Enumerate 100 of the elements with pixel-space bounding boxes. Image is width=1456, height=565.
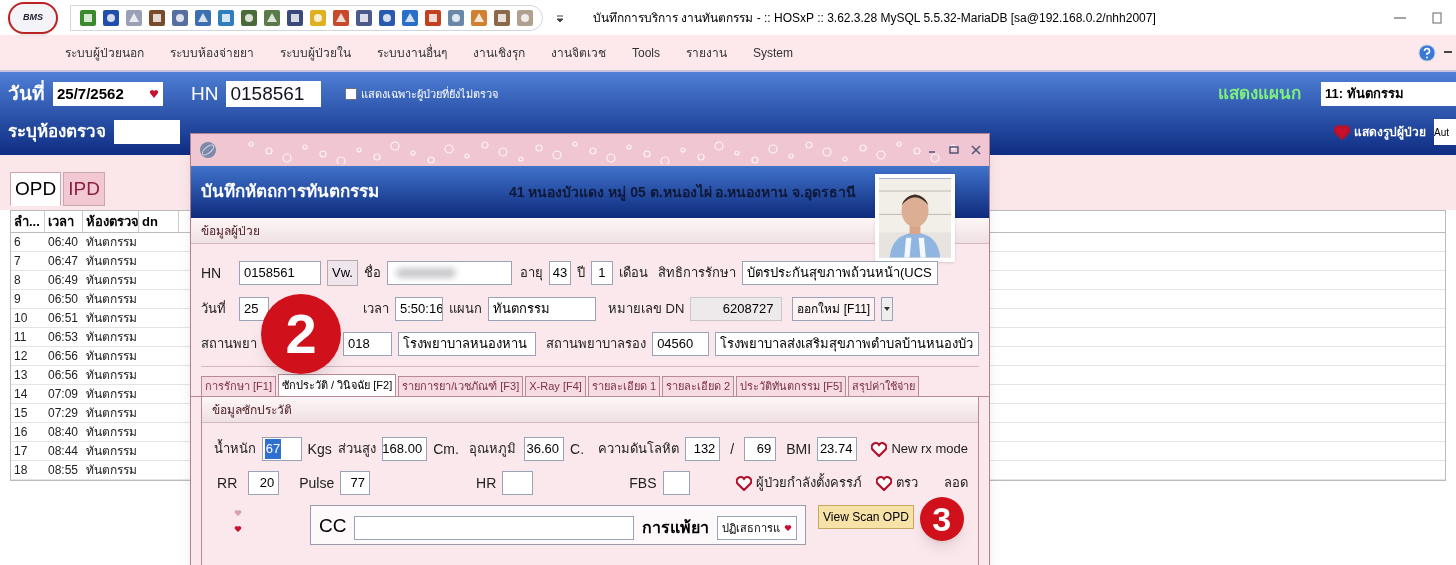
dialog-tab[interactable]: การรักษา [F1] (201, 376, 276, 396)
toolbar-tool-icon (309, 8, 327, 27)
input-field[interactable]: โรงพยาบาลส่งเสริมสุขภาพตำบลบ้านหนองบัว (715, 332, 979, 356)
field-label: แผนก (449, 300, 482, 319)
column-header[interactable]: เวลา (45, 211, 83, 232)
view-scan-button[interactable]: View Scan OPD (818, 505, 914, 529)
menu-item[interactable]: ระบบผู้ป่วยใน (280, 43, 351, 62)
input-field[interactable]: 20 (248, 471, 280, 495)
table-cell-text: ทันตกรรม (85, 424, 138, 441)
allergy-dropdown[interactable]: ปฏิเสธการแ (717, 516, 797, 540)
menu-item[interactable]: รายงาน (686, 43, 727, 62)
table-cell-text: ทันตกรรม (85, 443, 138, 460)
field-label: น้ำหนัก (212, 439, 256, 459)
toolbar-tool-icon (493, 8, 511, 27)
photo-mode-field[interactable]: Aut (1434, 119, 1456, 145)
table-cell-text: 14 (13, 386, 29, 403)
input-field[interactable]: บัตรประกันสุขภาพถ้วนหน้า(UCS (741, 261, 938, 285)
toolbar-tool-icon (125, 8, 143, 27)
table-cell-text: ทันตกรรม (85, 367, 138, 384)
menu-item[interactable]: งานจิตเวช (551, 43, 606, 62)
input-field[interactable]: ทันตกรรม (488, 297, 596, 321)
table-cell-text: 06:56 (47, 367, 80, 384)
table-cell-text: 17 (13, 443, 29, 460)
minimize-icon (1394, 16, 1406, 19)
field-label: C. (570, 439, 585, 459)
input-field[interactable] (662, 471, 690, 495)
heart-checkbox[interactable]: ตรว ลอด (876, 473, 968, 493)
hn-field[interactable]: 0158561 (226, 81, 322, 107)
close-icon (971, 145, 981, 155)
toolbar-tool-icon (332, 8, 350, 27)
list-tab[interactable]: IPD (63, 172, 105, 206)
menu-item[interactable]: ระบบงานอื่นๆ (377, 43, 447, 62)
dialog-tab[interactable]: รายการยา/เวชภัณฑ์ [F3] (398, 376, 524, 396)
checkbox[interactable] (345, 88, 358, 100)
input-field[interactable]: 018 (343, 332, 393, 356)
department-field[interactable]: 11: ทันตกรรม (1321, 82, 1456, 106)
field-label: / (729, 439, 736, 459)
toolbar-tool-icon (286, 8, 304, 27)
menu-item[interactable]: งานเชิงรุก (473, 43, 525, 62)
input-field[interactable]: 0158561 (239, 261, 321, 285)
input-field[interactable]: 1 (590, 261, 613, 285)
table-cell-text: 08:40 (47, 424, 80, 441)
dialog-tab[interactable]: สรุปค่าใช้จ่าย (848, 376, 920, 396)
column-header[interactable]: dn (139, 211, 179, 232)
menu-item[interactable]: ระบบห้องจ่ายยา (170, 43, 254, 62)
field-label: สถานพยาบาลรอง (546, 335, 647, 354)
list-tab[interactable]: OPD (10, 172, 62, 206)
input-field[interactable]: 168.00 (381, 437, 428, 461)
table-cell-text: 15 (13, 405, 29, 422)
table-cell-text: 06:53 (47, 329, 80, 346)
input-field[interactable]: 43 (548, 261, 571, 285)
cc-field[interactable] (354, 516, 634, 540)
menu-item[interactable]: Tools (632, 43, 660, 62)
dialog-tab[interactable]: X-Ray [F4] (525, 376, 586, 396)
heart-checkbox[interactable]: ผู้ป่วยกำลังตั้งครรภ์ (736, 473, 862, 493)
input-field[interactable]: 5:50:16 (395, 297, 443, 321)
input-field[interactable]: 25 (239, 297, 269, 321)
field-label: ส่วนสูง (337, 440, 376, 459)
toolbar-tool-icon (355, 8, 373, 27)
name-field[interactable] (386, 261, 512, 285)
toolbar-tool-icon (171, 8, 189, 27)
field-label: RR (216, 473, 239, 493)
field-label: HR (476, 473, 497, 493)
field-label: HN (201, 263, 223, 283)
input-field[interactable]: 36.60 (523, 437, 565, 461)
field-label: อายุ (519, 264, 543, 283)
input-field[interactable]: โรงพยาบาลหนองหาน (398, 332, 537, 356)
view-button[interactable]: Vw. (327, 260, 358, 286)
input-field[interactable] (502, 471, 534, 495)
column-header[interactable]: ห้องตรวจ (83, 211, 139, 232)
dialog-tab[interactable]: รายละเอียด 2 (662, 376, 735, 396)
menu-item[interactable]: System (753, 43, 794, 62)
dialog-tab[interactable]: ซักประวัติ / วินิจฉัย [F2] (278, 374, 397, 396)
table-cell-text: 8 (13, 272, 22, 289)
input-field[interactable]: 04560 (652, 332, 710, 356)
field-label: FBS (629, 473, 657, 493)
toolbar-tool-icon (148, 8, 166, 27)
input-field[interactable]: 69 (744, 437, 777, 461)
new-dn-button[interactable]: ออกใหม่ [F11] (792, 297, 876, 321)
table-cell-text: ทันตกรรม (85, 272, 138, 289)
table-cell-text: 06:56 (47, 348, 80, 365)
heart-checkbox[interactable]: New rx mode (871, 439, 968, 459)
column-header[interactable]: ลำ... (11, 211, 45, 232)
field-label: Pulse (299, 473, 335, 493)
input-field[interactable]: 23.74 (817, 437, 858, 461)
menu-item[interactable]: ระบบผู้ป่วยนอก (65, 43, 144, 62)
dialog-tab[interactable]: ประวัติทันตกรรม [F5] (736, 376, 847, 396)
dropdown-heart-icon (149, 89, 159, 99)
date-field[interactable]: 25/7/2562 (53, 82, 163, 106)
toolbar-tool-icon (470, 8, 488, 27)
weight-field[interactable]: 67 (261, 437, 302, 461)
input-field[interactable]: 77 (340, 471, 371, 495)
table-cell-text: ทันตกรรม (85, 253, 138, 270)
input-field[interactable]: 132 (685, 437, 721, 461)
room-field[interactable] (114, 120, 180, 144)
table-cell-text: 16 (13, 424, 29, 441)
dialog-tab[interactable]: รายละเอียด 1 (587, 376, 661, 396)
field-label: วันที่ (8, 79, 45, 106)
field-label: การแพ้ยา (642, 518, 709, 538)
checkbox-label: แสดงเฉพาะผู้ป่วยที่ยังไม่ตรวจ (361, 85, 499, 103)
